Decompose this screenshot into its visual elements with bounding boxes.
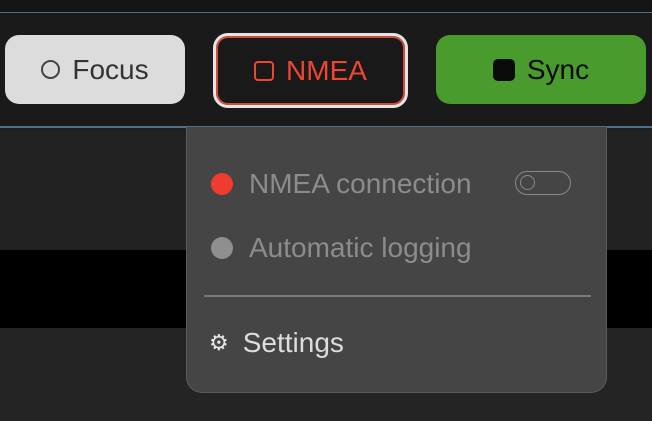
sync-button[interactable]: Sync (436, 35, 646, 104)
menu-item-nmea-connection: NMEA connection (211, 164, 472, 204)
menu-item-automatic-logging: Automatic logging (211, 228, 472, 268)
circle-outline-icon (41, 60, 61, 79)
menu-item-label: Automatic logging (249, 232, 472, 263)
menu-item-label: Settings (242, 327, 344, 358)
nmea-connection-toggle[interactable] (515, 171, 571, 195)
nmea-button[interactable]: NMEA (213, 33, 408, 108)
status-dot-icon (211, 237, 233, 259)
menu-item-settings[interactable]: ⚙ Settings (209, 323, 344, 363)
menu-item-label: NMEA connection (249, 168, 472, 199)
nmea-dropdown-menu: NMEA connection Automatic logging ⚙ Sett… (186, 127, 607, 393)
gear-icon: ⚙ (209, 330, 229, 355)
nmea-button-label: NMEA (286, 54, 367, 86)
menu-divider (204, 295, 591, 297)
focus-button-label: Focus (72, 53, 149, 85)
square-outline-icon (254, 60, 275, 81)
sync-button-label: Sync (526, 53, 590, 85)
status-dot-icon (211, 173, 233, 195)
focus-button[interactable]: Focus (5, 35, 185, 104)
square-filled-icon (492, 58, 515, 81)
toggle-knob (520, 175, 535, 190)
top-strip (0, 0, 652, 12)
